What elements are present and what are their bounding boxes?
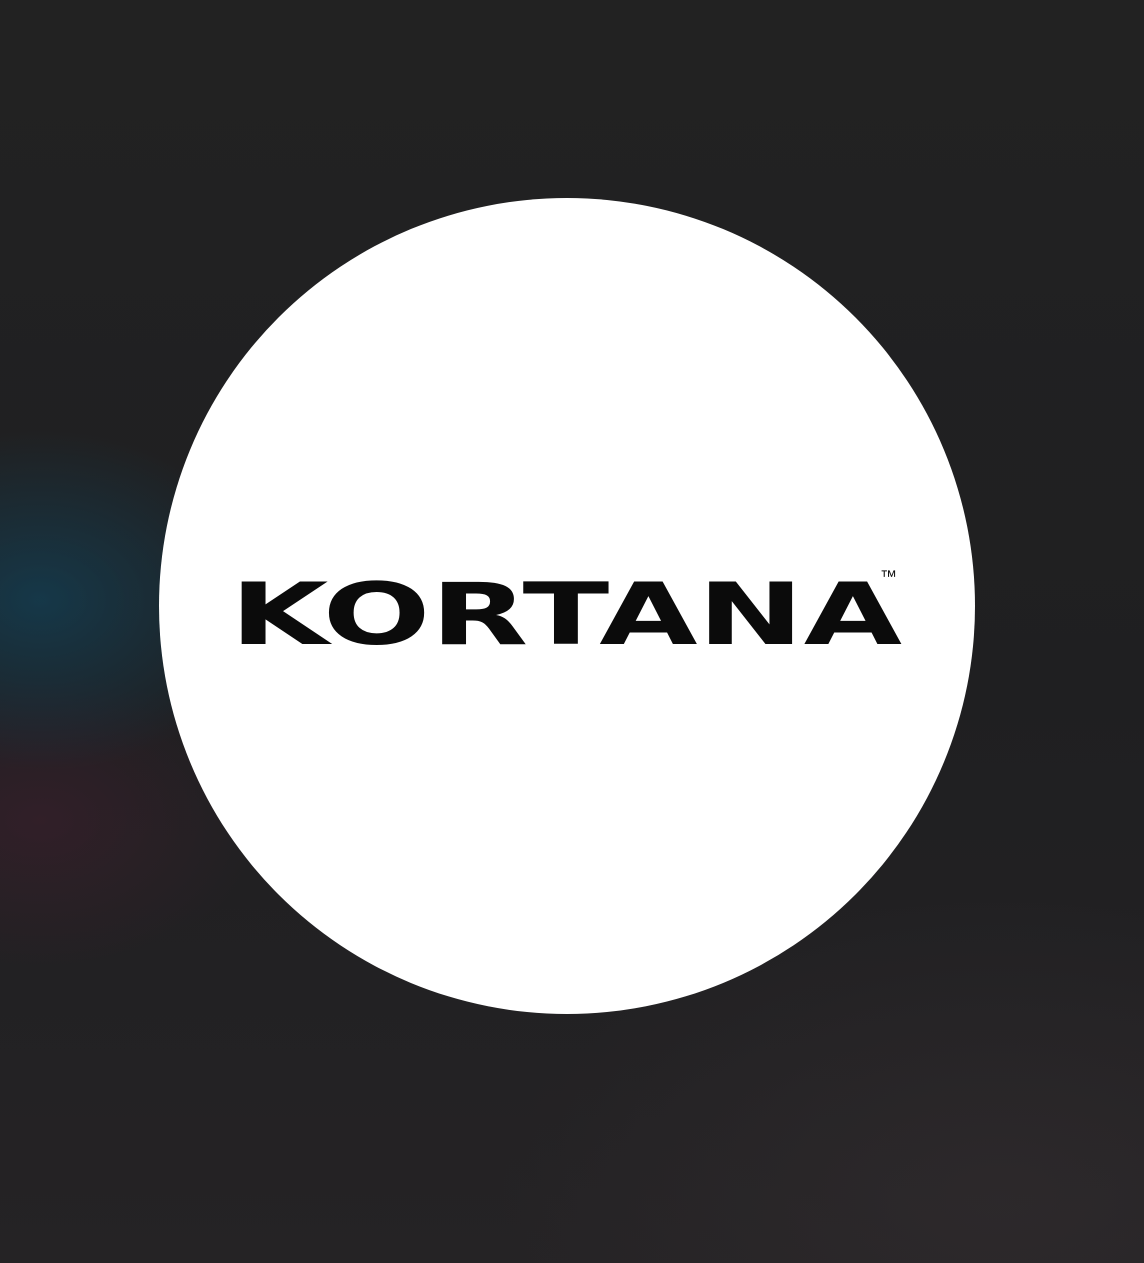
logo-screen: KORTANA ™ [0,0,1144,1263]
logo-wordmark: KORTANA [230,565,903,665]
logo-avatar-circle: KORTANA ™ [159,198,975,1014]
kortana-logo: KORTANA ™ [230,565,903,665]
trademark-symbol: ™ [880,567,897,586]
